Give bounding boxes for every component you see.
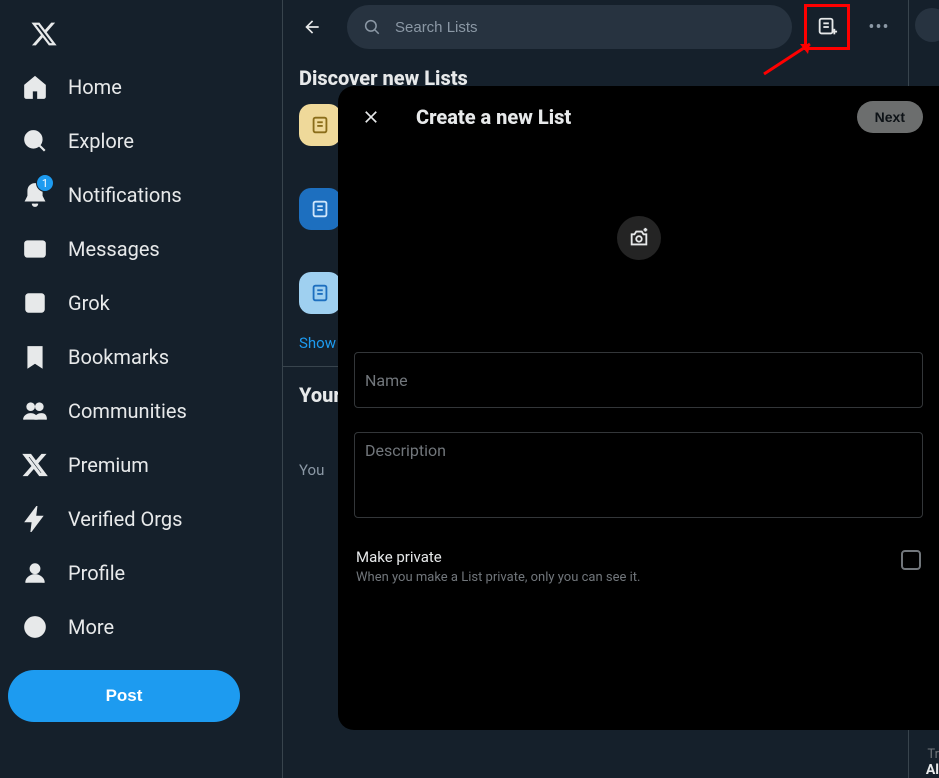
search-icon [363,18,381,36]
communities-icon [22,398,48,424]
profile-icon [22,560,48,586]
description-label: Description [365,441,912,460]
nav-label: Premium [68,453,149,477]
lightning-icon [22,506,48,532]
right-search-icon[interactable] [915,8,939,42]
search-lists[interactable] [347,5,792,49]
nav-label: More [68,615,114,639]
make-private-row: Make private When you make a List privat… [338,518,939,585]
notification-badge: 1 [36,174,54,192]
nav-grok[interactable]: Grok [8,278,274,328]
nav-label: Messages [68,237,160,261]
name-field[interactable]: Name [354,352,923,408]
make-private-description: When you make a List private, only you c… [356,570,640,585]
nav-explore[interactable]: Explore [8,116,274,166]
modal-title: Create a new List [416,105,829,129]
sidebar: Home Explore 1 Notifications Messages Gr… [0,0,282,778]
list-icon [309,114,331,136]
nav-label: Explore [68,129,134,153]
nav-notifications[interactable]: 1 Notifications [8,170,274,220]
modal-header: Create a new List Next [338,86,939,148]
more-icon [22,614,48,640]
close-button[interactable] [354,100,388,134]
list-suggestion[interactable] [299,272,341,314]
add-banner-button[interactable] [617,216,661,260]
topbar: ••• [283,0,908,54]
home-icon [22,74,48,100]
description-field[interactable]: Description [354,432,923,518]
more-options-button[interactable]: ••• [862,10,896,44]
trending-clip-bold: Al [926,762,939,778]
nav-home[interactable]: Home [8,62,274,112]
search-icon [22,128,48,154]
nav-label: Home [68,75,122,99]
nav-premium[interactable]: Premium [8,440,274,490]
nav-communities[interactable]: Communities [8,386,274,436]
make-private-label: Make private [356,548,640,566]
nav-label: Communities [68,399,187,423]
nav-bookmarks[interactable]: Bookmarks [8,332,274,382]
x-logo[interactable] [18,8,70,60]
post-button[interactable]: Post [8,670,240,722]
back-button[interactable] [295,10,329,44]
create-list-modal: Create a new List Next Name Description … [338,86,939,730]
nav-label: Verified Orgs [68,507,182,531]
next-button[interactable]: Next [857,101,923,133]
x-icon [22,452,48,478]
new-list-button[interactable] [810,10,844,44]
camera-icon [628,227,650,249]
mail-icon [22,236,48,262]
name-label: Name [365,371,408,390]
nav-more[interactable]: More [8,602,274,652]
trending-clip: Tr [927,747,939,762]
nav-label: Profile [68,561,125,585]
nav-messages[interactable]: Messages [8,224,274,274]
bookmark-icon [22,344,48,370]
list-suggestion[interactable] [299,104,341,146]
grok-icon [22,290,48,316]
nav-profile[interactable]: Profile [8,548,274,598]
list-icon [309,198,331,220]
nav-label: Grok [68,291,110,315]
banner-upload-zone [338,148,939,328]
list-icon [309,282,331,304]
nav-label: Bookmarks [68,345,169,369]
annotation-highlight [804,4,850,50]
make-private-checkbox[interactable] [901,550,921,570]
search-input[interactable] [395,19,776,36]
nav-verified-orgs[interactable]: Verified Orgs [8,494,274,544]
nav-label: Notifications [68,183,182,207]
close-icon [361,107,381,127]
list-suggestion[interactable] [299,188,341,230]
